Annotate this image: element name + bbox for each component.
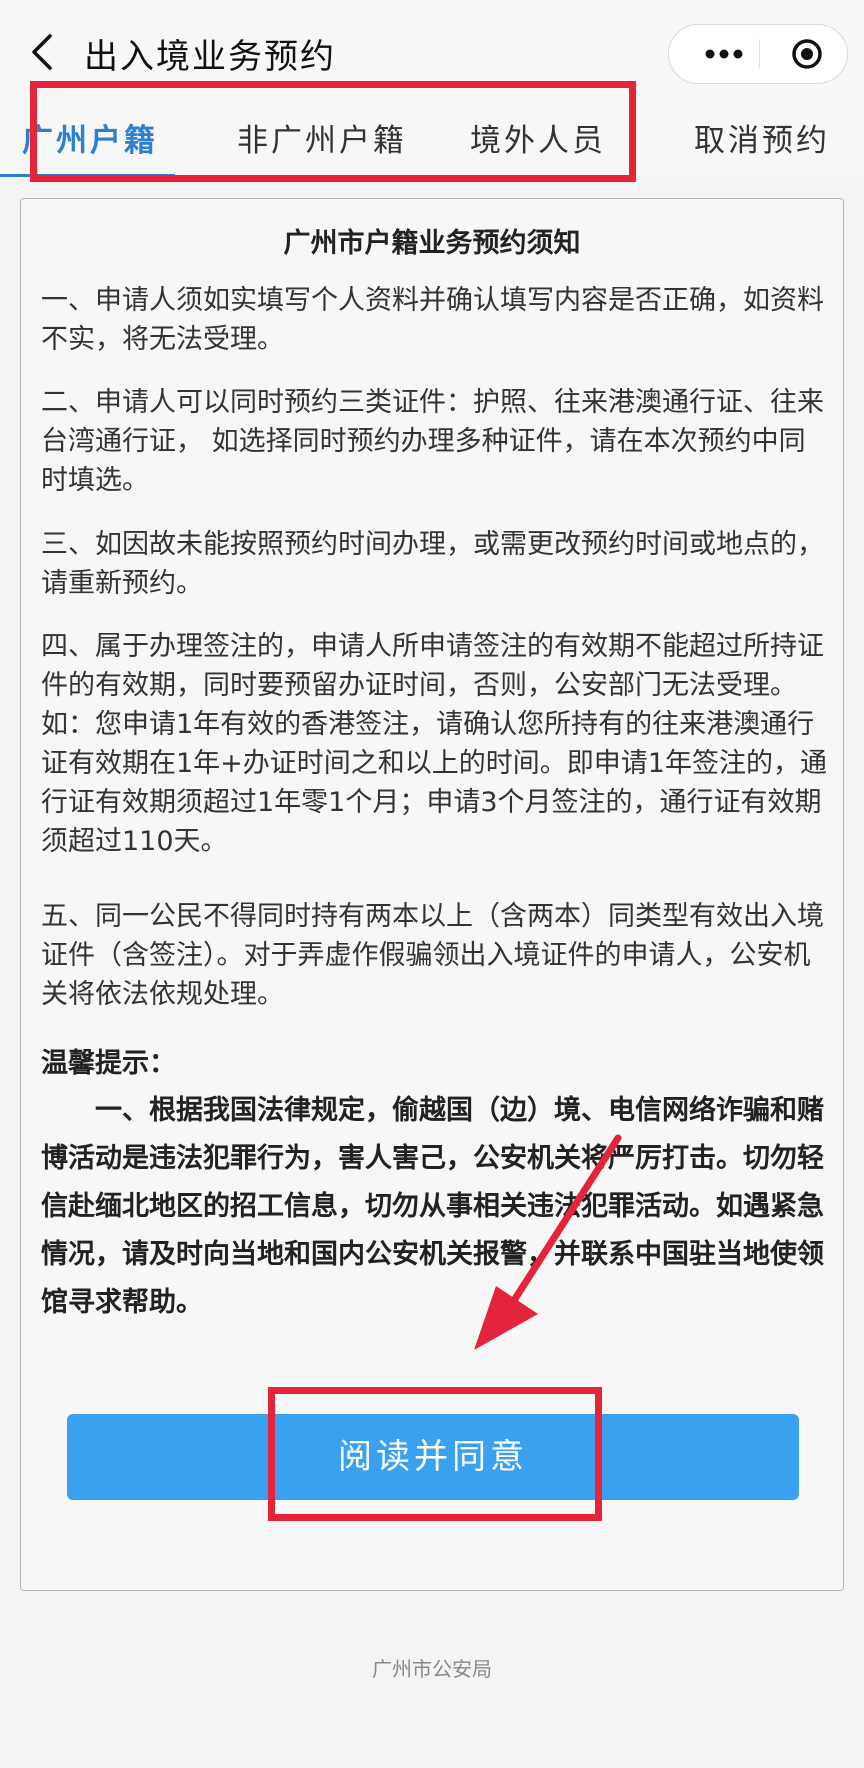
capsule-divider <box>759 39 760 69</box>
tips-heading: 温馨提示： <box>41 1048 176 1079</box>
target-circle-icon[interactable] <box>777 25 841 83</box>
annotation-box-button <box>268 1387 602 1521</box>
notice-item-5: 五、同一公民不得同时持有两本以上（含两本）同类型有效出入境证件（含签注）。对于弄… <box>41 901 824 1010</box>
tips-body: 一、根据我国法律规定，偷越国（边）境、电信网络诈骗和赌博活动是违法犯罪行为，害人… <box>41 1095 824 1318</box>
tab-cancel-appointment[interactable]: 取消预约 <box>672 105 852 177</box>
notice-item-1: 一、申请人须如实填写个人资料并确认填写内容是否正确，如资料不实，将无法受理。 <box>41 285 824 355</box>
footer-text: 广州市公安局 <box>372 1657 492 1681</box>
notice-item-2: 二、申请人可以同时预约三类证件：护照、往来港澳通行证、往来台湾通行证， 如选择同… <box>41 387 824 496</box>
notice-item-4: 四、属于办理签注的，申请人所申请签注的有效期不能超过所持证件的有效期，同时要预留… <box>41 631 827 857</box>
annotation-arrow-icon <box>474 1134 622 1350</box>
page-title: 出入境业务预约 <box>84 37 336 77</box>
mini-program-capsule <box>668 24 848 84</box>
notice-item-3: 三、如因故未能按照预约时间办理，或需更改预约时间或地点的，请重新预约。 <box>41 529 824 599</box>
annotation-box-tabs <box>30 81 636 182</box>
notice-card: 广州市户籍业务预约须知 一、申请人须如实填写个人资料并确认填写内容是否正确，如资… <box>20 198 844 1591</box>
notice-title: 广州市户籍业务预约须知 <box>283 228 581 259</box>
more-dots-icon[interactable] <box>693 25 755 83</box>
chevron-left-icon[interactable] <box>24 30 64 74</box>
